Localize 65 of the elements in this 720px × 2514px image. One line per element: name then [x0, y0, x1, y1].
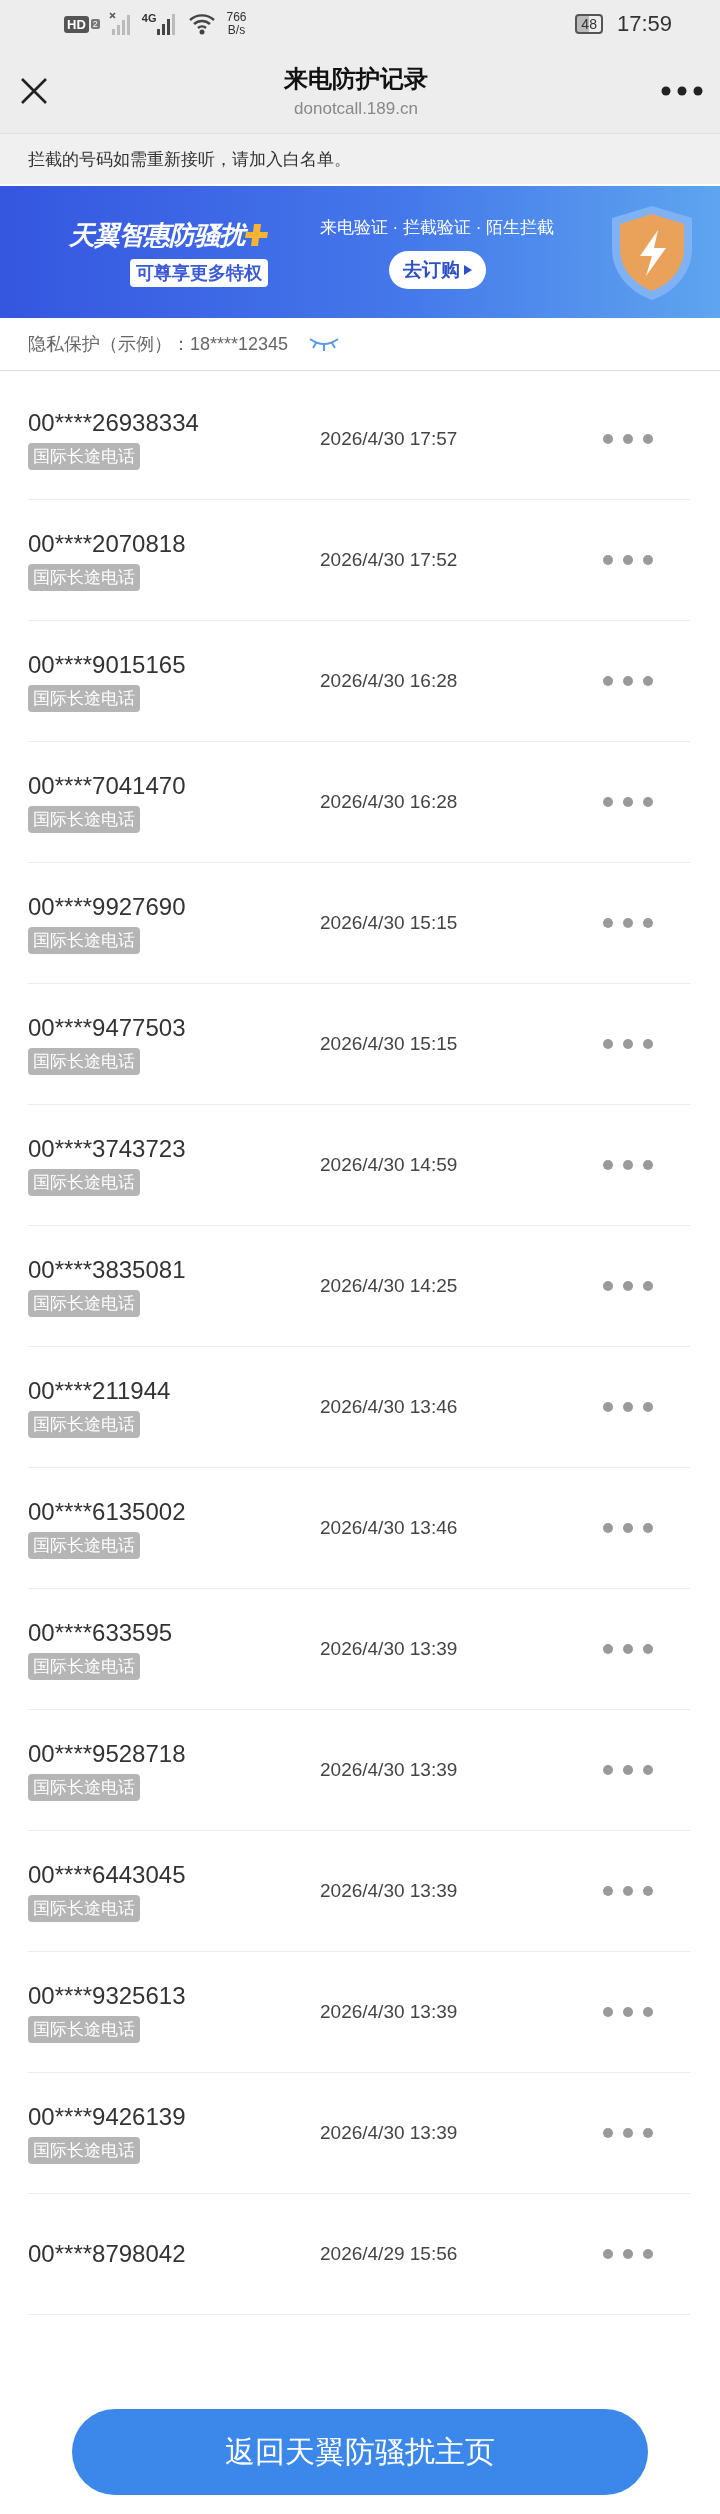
phone-number: 00****9015165 — [28, 650, 186, 679]
back-home-button[interactable]: 返回天翼防骚扰主页 — [72, 2409, 648, 2495]
call-time: 2026/4/30 15:15 — [320, 912, 459, 934]
phone-number: 00****3743723 — [28, 1134, 186, 1163]
phone-number: 00****7041470 — [28, 771, 186, 800]
call-type-tag: 国际长途电话 — [28, 1773, 140, 1801]
banner-features: 来电验证 · 拦截验证 · 陌生拦截 — [319, 216, 555, 239]
notice-text: 拦截的号码如需重新接听，请加入白名单。 — [0, 133, 720, 184]
call-type-tag: 国际长途电话 — [28, 684, 140, 712]
call-type-tag: 国际长途电话 — [28, 926, 140, 954]
page-title: 来电防护记录 — [284, 63, 428, 94]
call-time: 2026/4/30 13:39 — [320, 1638, 459, 1660]
promo-banner[interactable]: 天翼智惠防骚扰 可尊享更多特权 来电验证 · 拦截验证 · 陌生拦截 去订购 — [0, 186, 720, 318]
call-type-tag: 国际长途电话 — [28, 2015, 140, 2043]
call-time: 2026/4/30 14:59 — [320, 1154, 459, 1176]
call-time: 2026/4/30 13:46 — [320, 1517, 459, 1539]
phone-number: 00****211944 — [28, 1376, 171, 1405]
battery-indicator: 48 — [575, 14, 603, 34]
phone-number: 00****26938334 — [28, 408, 199, 437]
call-type-tag: 国际长途电话 — [28, 805, 140, 833]
call-time: 2026/4/29 15:56 — [320, 2243, 459, 2265]
call-type-tag: 国际长途电话 — [28, 563, 140, 591]
call-time: 2026/4/30 13:39 — [320, 1880, 459, 1902]
call-type-tag: 国际长途电话 — [28, 1289, 140, 1317]
sim-indicator: 2 — [90, 19, 100, 29]
call-time: 2026/4/30 13:39 — [320, 2001, 459, 2023]
phone-number: 00****2070818 — [28, 529, 186, 558]
phone-number: 00****3835081 — [28, 1255, 186, 1284]
phone-number: 00****9528718 — [28, 1739, 186, 1768]
call-type-tag: 国际长途电话 — [28, 1894, 140, 1922]
call-type-tag: 国际长途电话 — [28, 442, 140, 470]
call-time: 2026/4/30 14:25 — [320, 1275, 459, 1297]
more-icon[interactable] — [660, 84, 704, 97]
network-speed: 766 B/s — [226, 11, 247, 37]
privacy-label: 隐私保护（示例）：18****12345 — [28, 333, 289, 356]
call-type-tag: 国际长途电话 — [28, 1531, 140, 1559]
call-time: 2026/4/30 15:15 — [320, 1033, 459, 1055]
call-type-tag: 国际长途电话 — [28, 1047, 140, 1075]
banner-tagline: 可尊享更多特权 — [130, 258, 268, 287]
subscribe-button[interactable]: 去订购 — [388, 250, 486, 289]
phone-number: 00****9426139 — [28, 2102, 186, 2131]
call-time: 2026/4/30 13:46 — [320, 1396, 459, 1418]
call-time: 2026/4/30 13:39 — [320, 1759, 459, 1781]
eye-closed-icon[interactable] — [308, 336, 341, 352]
call-time: 2026/4/30 13:39 — [320, 2122, 459, 2144]
call-type-tag: 国际长途电话 — [28, 2136, 140, 2164]
network-type: 4G — [141, 12, 157, 24]
hd-indicator: HD — [64, 15, 89, 33]
call-type-tag: 国际长途电话 — [28, 1168, 140, 1196]
phone-number: 00****9477503 — [28, 1013, 186, 1042]
page-url: donotcall.189.cn — [294, 98, 418, 119]
phone-number: 00****6443045 — [28, 1860, 186, 1889]
clock: 17:59 — [616, 11, 672, 37]
caret-icon — [463, 264, 472, 275]
call-type-tag: 国际长途电话 — [28, 1410, 140, 1438]
call-type-tag: 国际长途电话 — [28, 1652, 140, 1680]
call-time: 2026/4/30 17:52 — [320, 549, 459, 571]
call-time: 2026/4/30 16:28 — [320, 791, 459, 813]
phone-number: 00****9927690 — [28, 892, 186, 921]
phone-number: 00****633595 — [28, 1618, 173, 1647]
phone-number: 00****9325613 — [28, 1981, 186, 2010]
phone-number: 00****6135002 — [28, 1497, 186, 1526]
call-time: 2026/4/30 16:28 — [320, 670, 459, 692]
call-time: 2026/4/30 17:57 — [320, 428, 459, 450]
phone-number: 00****8798042 — [28, 2240, 186, 2268]
